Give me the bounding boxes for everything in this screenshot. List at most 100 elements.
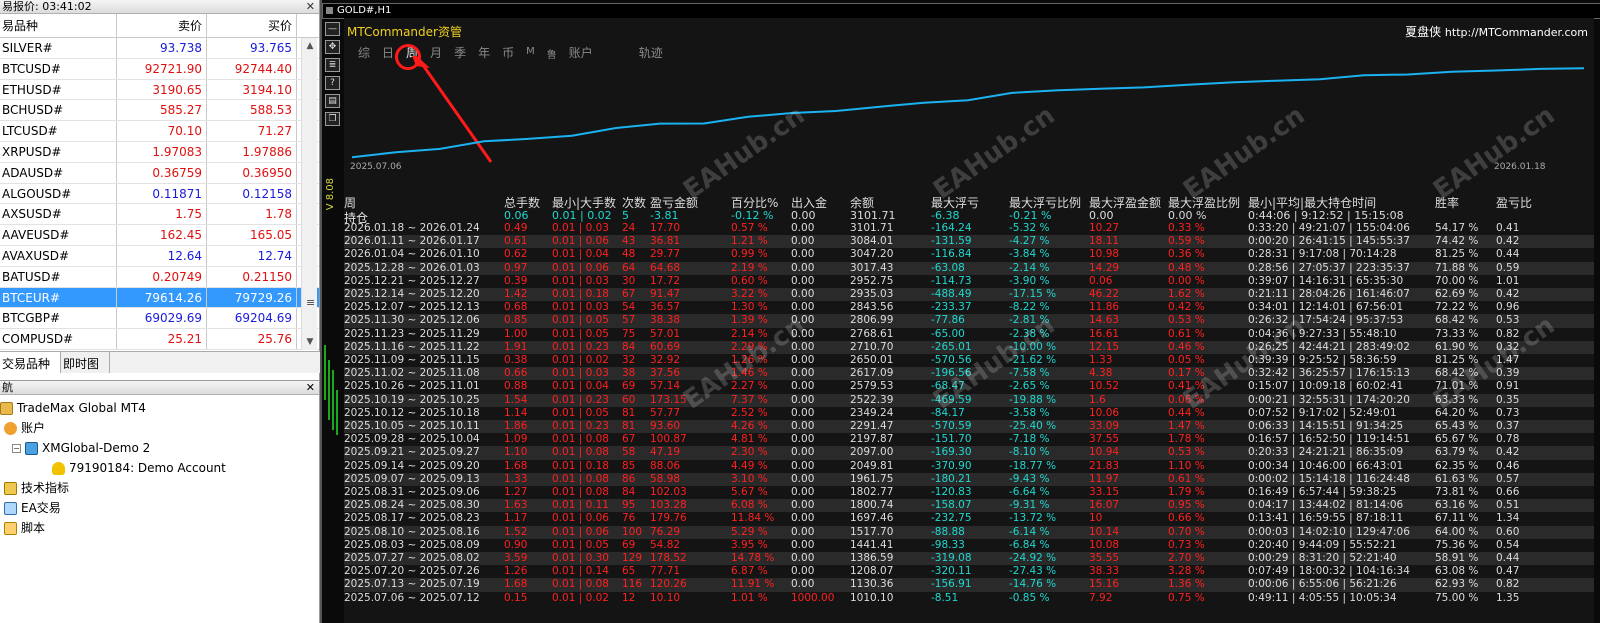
cell-ratio: 0.57 [1496, 472, 1520, 485]
cell-flow: 1000.00 [791, 591, 835, 604]
market-watch-row[interactable]: AVAXUSD# 12.64 12.74 [0, 245, 319, 267]
cell-minmax: 0.01 | 0.03 [552, 367, 609, 380]
column-header-symbol[interactable]: 易品种 [0, 14, 117, 37]
nav-label-indicators: 技术指标 [21, 481, 70, 495]
move-icon[interactable]: ✥ [325, 40, 340, 54]
brand-url[interactable]: http://MTCommander.com [1445, 26, 1588, 39]
settings-icon[interactable]: ≣ [325, 58, 340, 72]
cell-pnl: 17.70 [650, 222, 681, 234]
cell-hold: 0:20:40 | 9:44:09 | 55:52:21 [1248, 538, 1397, 551]
market-watch-ask: 3194.10 [207, 79, 297, 100]
cell-count: 84 [622, 340, 636, 353]
cell-max-fp: 10 [1089, 512, 1103, 525]
cell-pct: 1.39 % [731, 314, 768, 327]
cell-ratio: 0.54 [1496, 538, 1520, 551]
report-icon[interactable]: ▤ [325, 94, 340, 108]
nav-item-broker[interactable]: TradeMax Global MT4 [0, 399, 146, 417]
cell-pnl: 88.06 [650, 459, 681, 472]
panel-toolbar: — ✥ ≣ ? ▤ ❐ [324, 18, 342, 129]
nav-item-ea[interactable]: EA交易 [4, 499, 61, 517]
scroll-grip-icon[interactable]: ≡ [306, 296, 315, 309]
tab-symbols[interactable]: 交易品种 [0, 352, 62, 373]
scroll-down-icon[interactable]: ▼ [302, 334, 318, 350]
market-watch-row[interactable]: ETHUSD# 3190.65 3194.10 [0, 79, 319, 101]
market-watch-row[interactable]: AXSUSD# 1.75 1.78 [0, 204, 319, 226]
cell-max-fp-pct: 0.42 % [1168, 301, 1205, 314]
cell-balance: 2806.99 [850, 314, 894, 327]
market-watch-symbol: BATUSD# [0, 266, 117, 287]
market-watch-row[interactable]: XRPUSD# 1.97083 1.97886 [0, 141, 319, 163]
market-watch-bid: 585.27 [117, 100, 207, 121]
market-watch-row[interactable]: ADAUSD# 0.36759 0.36950 [0, 162, 319, 184]
market-watch-row[interactable]: ALGOUSD# 0.11871 0.12158 [0, 183, 319, 205]
cell-max-fp-pct: 0.36 % [1168, 248, 1205, 261]
cell-ratio: 1.34 [1496, 512, 1520, 525]
brand[interactable]: 夏盘侠 http://MTCommander.com [1405, 23, 1588, 40]
cell-minmax: 0.01 | 0.04 [552, 248, 609, 261]
cell-period: 2025.12.14 ~ 2025.12.20 [344, 288, 480, 300]
cell-max-dd: -63.08 [931, 261, 965, 274]
cell-ratio: 1.01 [1496, 274, 1520, 287]
cell-max-dd-pct: -4.27 % [1009, 235, 1050, 248]
nav-item-scripts[interactable]: 脚本 [4, 519, 45, 537]
minimize-icon[interactable]: — [325, 22, 340, 36]
market-watch-row[interactable]: BTCGBP# 69029.69 69204.69 [0, 308, 319, 330]
scrollbar[interactable]: ▲ ≡ ▼ [301, 38, 317, 350]
table-row: 2025.07.06 ~ 2025.07.12 0.15 0.01 | 0.02 12… [344, 592, 1594, 605]
cell-pnl: 17.72 [650, 274, 681, 287]
chart-window[interactable]: GOLD#,H1 — ✥ ≣ ? ▤ ❐ V 8.08 MTCommander资… [320, 0, 1600, 623]
cell-count: 129 [622, 552, 643, 564]
nav-item-accounts[interactable]: 账户 [4, 419, 45, 437]
column-header-ask[interactable]: 买价 [207, 14, 297, 37]
cell-pnl: 102.03 [650, 486, 687, 498]
cell-pnl: 179.76 [650, 512, 687, 525]
cell-flow: 0.00 [791, 459, 815, 472]
market-watch-ask: 0.12158 [207, 183, 297, 204]
nav-label-scripts: 脚本 [21, 521, 46, 535]
nav-item-indicators[interactable]: 技术指标 [4, 479, 69, 497]
close-icon[interactable]: ✕ [306, 0, 315, 14]
cell-count: 58 [622, 446, 636, 459]
cell-lots: 0.15 [504, 591, 528, 604]
nav-item-server[interactable]: − XMGlobal-Demo 2 [12, 439, 150, 457]
cell-max-dd-pct: -8.10 % [1009, 446, 1050, 459]
tab-tick-chart[interactable]: 即时图 [61, 352, 111, 373]
cell-period: 2025.10.12 ~ 2025.10.18 [344, 406, 480, 419]
cell-lots: 0.90 [504, 538, 528, 551]
market-watch-bid: 3190.65 [117, 79, 207, 100]
cell-count: 57 [622, 314, 636, 327]
cell-max-fp-pct: 0.00 % [1168, 274, 1205, 287]
cell-ratio: 0.53 [1496, 314, 1520, 327]
market-watch-row[interactable]: BATUSD# 0.20749 0.21150 [0, 266, 319, 288]
cell-pnl: 76.29 [650, 525, 681, 538]
cell-count: 64 [622, 261, 636, 274]
nav-label-account: 79190184: Demo Account [69, 461, 226, 475]
close-icon[interactable]: ✕ [306, 381, 315, 395]
chart-window-title[interactable]: GOLD#,H1 [322, 3, 1600, 19]
cell-pct: 2.52 % [731, 406, 768, 419]
market-watch-ask: 1.78 [207, 204, 297, 225]
collapse-icon[interactable]: − [12, 443, 21, 453]
market-watch-row[interactable]: COMPUSD# 25.21 25.76 [0, 329, 319, 350]
market-watch-row[interactable]: BTCUSD# 92721.90 92744.40 [0, 58, 319, 80]
market-watch-row[interactable]: AAVEUSD# 162.45 165.05 [0, 225, 319, 246]
cell-flow: 0.00 [791, 525, 815, 538]
cell-period: 2025.09.07 ~ 2025.09.13 [344, 472, 480, 485]
help-icon[interactable]: ? [325, 76, 340, 90]
cell-pct: 11.91 % [731, 578, 775, 591]
market-watch-row[interactable]: LTCUSD# 70.10 71.27 [0, 121, 319, 142]
cell-period: 2025.08.17 ~ 2025.08.23 [344, 512, 480, 525]
cell-max-fp: 10.14 [1089, 525, 1120, 538]
market-watch-title-text: 易报价: 03:41:02 [2, 0, 92, 13]
cell-ratio: 0.96 [1496, 301, 1520, 314]
market-watch-bid: 25.21 [117, 329, 207, 349]
market-watch-row[interactable]: BTCEUR# 79614.26 79729.26 [0, 287, 319, 309]
nav-item-account[interactable]: 79190184: Demo Account [52, 459, 226, 477]
scroll-up-icon[interactable]: ▲ [302, 38, 318, 54]
market-watch-row[interactable]: BCHUSD# 585.27 588.53 [0, 100, 319, 122]
column-header-bid[interactable]: 卖价 [117, 14, 207, 37]
window-restore-icon[interactable]: ❐ [325, 112, 340, 126]
market-watch-row[interactable]: SILVER# 93.738 93.765 [0, 38, 319, 59]
cell-max-fp-pct: 0.05 % [1168, 354, 1205, 366]
cell-lots: 0.62 [504, 248, 528, 261]
